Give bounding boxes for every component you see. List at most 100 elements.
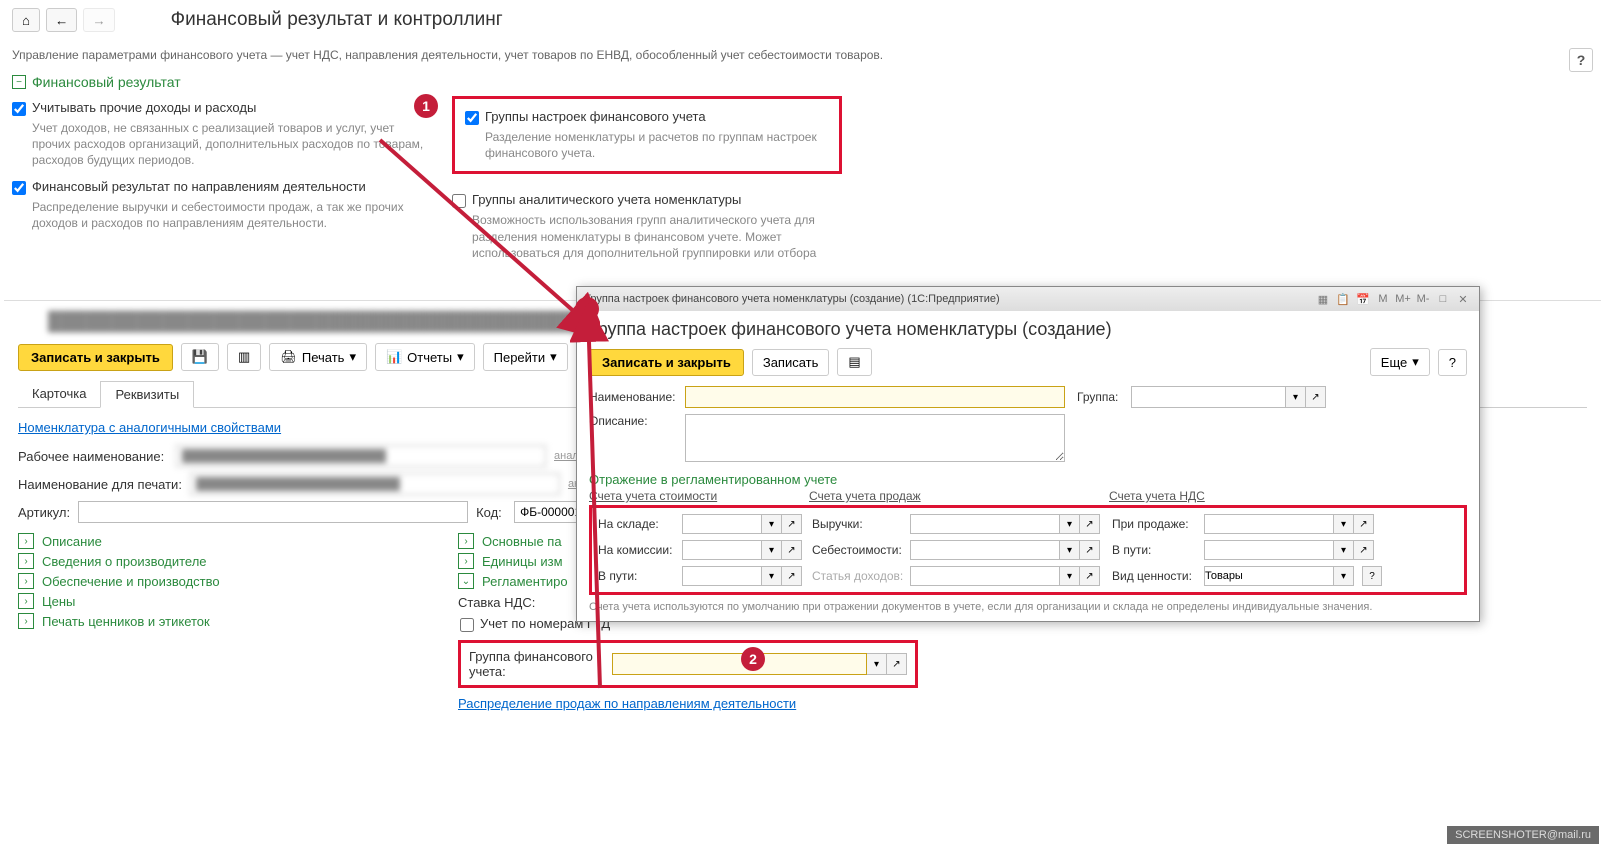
expand-manufacturer[interactable]: ›Сведения о производителе: [18, 553, 458, 569]
open-button[interactable]: ↗: [1306, 386, 1326, 408]
chevron-right-icon: ›: [458, 533, 474, 549]
input-work-name[interactable]: [176, 445, 546, 467]
dialog-save-close-button[interactable]: Записать и закрыть: [589, 349, 744, 376]
input-name[interactable]: [685, 386, 1065, 408]
dialog-more-button[interactable]: Еще ▾: [1370, 348, 1430, 376]
window-m-icon[interactable]: M: [1375, 291, 1391, 307]
dialog-icon-button[interactable]: ▤: [837, 348, 871, 376]
dropdown-button[interactable]: ▾: [867, 653, 887, 675]
home-button[interactable]: ⌂: [12, 8, 40, 32]
dropdown-button[interactable]: ▾: [762, 514, 782, 534]
dialog-fin-group-create: Группа настроек финансового учета номенк…: [576, 286, 1480, 622]
open-button[interactable]: ↗: [1354, 514, 1374, 534]
dropdown-button[interactable]: ▾: [1334, 514, 1354, 534]
textarea-description[interactable]: [685, 414, 1065, 462]
label-commission: На комиссии:: [598, 543, 678, 557]
callout-badge-1: 1: [414, 94, 438, 118]
label-code: Код:: [476, 505, 506, 520]
back-button[interactable]: ←: [46, 8, 77, 32]
input-print-name[interactable]: [190, 473, 560, 495]
link-sales-distribution[interactable]: Распределение продаж по направлениям дея…: [458, 696, 796, 711]
icon-button-1[interactable]: ▥: [227, 343, 261, 371]
report-icon: 📊: [386, 349, 402, 365]
checkbox-fin-groups[interactable]: [465, 111, 479, 125]
close-icon[interactable]: ✕: [1455, 291, 1471, 307]
window-icon[interactable]: ▦: [1315, 291, 1331, 307]
expand-prices[interactable]: ›Цены: [18, 593, 458, 609]
window-maximize-icon[interactable]: □: [1435, 291, 1451, 307]
dialog-help-button[interactable]: ?: [1438, 349, 1467, 376]
chevron-right-icon: ›: [18, 533, 34, 549]
dropdown-button[interactable]: ▾: [1060, 540, 1080, 560]
help-button[interactable]: ?: [1362, 566, 1382, 586]
open-button[interactable]: ↗: [1080, 566, 1100, 586]
expand-labels[interactable]: ›Печать ценников и этикеток: [18, 613, 458, 629]
input-transit-account[interactable]: [682, 566, 762, 586]
dropdown-button[interactable]: ▾: [1334, 566, 1354, 586]
dropdown-button[interactable]: ▾: [1286, 386, 1306, 408]
input-vat-sale-account[interactable]: [1204, 514, 1334, 534]
input-income-item[interactable]: [910, 566, 1060, 586]
forward-button[interactable]: →: [83, 8, 114, 32]
reports-button[interactable]: 📊Отчеты▾: [375, 343, 475, 371]
collapse-icon[interactable]: −: [12, 75, 26, 89]
input-commission-account[interactable]: [682, 540, 762, 560]
dropdown-button[interactable]: ▾: [762, 540, 782, 560]
checkbox-analytical-groups[interactable]: [452, 194, 466, 208]
open-button[interactable]: ↗: [782, 540, 802, 560]
window-icon[interactable]: 📅: [1355, 291, 1371, 307]
arrow-left-icon: ←: [55, 13, 68, 28]
chevron-right-icon: ›: [18, 553, 34, 569]
input-cogs-account[interactable]: [910, 540, 1060, 560]
window-mplus-icon[interactable]: M+: [1395, 291, 1411, 307]
chevron-right-icon: ›: [18, 573, 34, 589]
open-button[interactable]: ↗: [782, 514, 802, 534]
checkbox-label: Группы настроек финансового учета: [485, 109, 706, 124]
section-regulated-accounting: Отражение в регламентированном учете: [589, 472, 1467, 487]
expand-description[interactable]: ›Описание: [18, 533, 458, 549]
input-vat-transit-account[interactable]: [1204, 540, 1334, 560]
label-print-name: Наименование для печати:: [18, 477, 182, 492]
window-mminus-icon[interactable]: M-: [1415, 291, 1431, 307]
link-similar-nomenclature[interactable]: Номенклатура с аналогичными свойствами: [18, 420, 281, 435]
input-stock-account[interactable]: [682, 514, 762, 534]
open-button[interactable]: ↗: [1080, 540, 1100, 560]
header-sales-accounts: Счета учета продаж: [809, 489, 1109, 503]
input-fin-group[interactable]: [612, 653, 867, 675]
open-button[interactable]: ↗: [1354, 540, 1374, 560]
print-button[interactable]: 🖨Печать▾: [269, 343, 367, 371]
input-value-type[interactable]: [1204, 566, 1334, 586]
chevron-down-icon: ▾: [457, 349, 464, 365]
checkbox-gtd[interactable]: [460, 618, 474, 632]
tab-attributes[interactable]: Реквизиты: [100, 381, 194, 408]
input-revenue-account[interactable]: [910, 514, 1060, 534]
note-accounts-default: Счета учета используются по умолчанию пр…: [589, 601, 1467, 613]
header-vat-accounts: Счета учета НДС: [1109, 489, 1389, 503]
barcode-icon: ▥: [238, 349, 250, 365]
open-button[interactable]: ↗: [782, 566, 802, 586]
checkbox-by-direction[interactable]: [12, 181, 26, 195]
goto-button[interactable]: Перейти▾: [483, 343, 568, 371]
input-group[interactable]: [1131, 386, 1286, 408]
checkbox-other-income[interactable]: [12, 102, 26, 116]
checkbox-desc: Распределение выручки и себестоимости пр…: [32, 199, 432, 231]
help-button[interactable]: ?: [1569, 48, 1593, 72]
dropdown-button[interactable]: ▾: [1334, 540, 1354, 560]
window-icon[interactable]: 📋: [1335, 291, 1351, 307]
dropdown-button[interactable]: ▾: [1060, 566, 1080, 586]
label-description: Описание:: [589, 414, 679, 428]
printer-icon: 🖨: [280, 349, 297, 365]
save-close-button[interactable]: Записать и закрыть: [18, 344, 173, 371]
arrow-right-icon: →: [92, 13, 105, 28]
save-button[interactable]: 💾: [181, 343, 219, 371]
open-button[interactable]: ↗: [887, 653, 907, 675]
chevron-right-icon: ›: [18, 613, 34, 629]
dialog-save-button[interactable]: Записать: [752, 349, 830, 376]
tab-card[interactable]: Карточка: [18, 381, 100, 407]
input-article[interactable]: [78, 501, 468, 523]
label-on-sale: При продаже:: [1112, 517, 1200, 531]
dropdown-button[interactable]: ▾: [762, 566, 782, 586]
expand-supply[interactable]: ›Обеспечение и производство: [18, 573, 458, 589]
dropdown-button[interactable]: ▾: [1060, 514, 1080, 534]
open-button[interactable]: ↗: [1080, 514, 1100, 534]
